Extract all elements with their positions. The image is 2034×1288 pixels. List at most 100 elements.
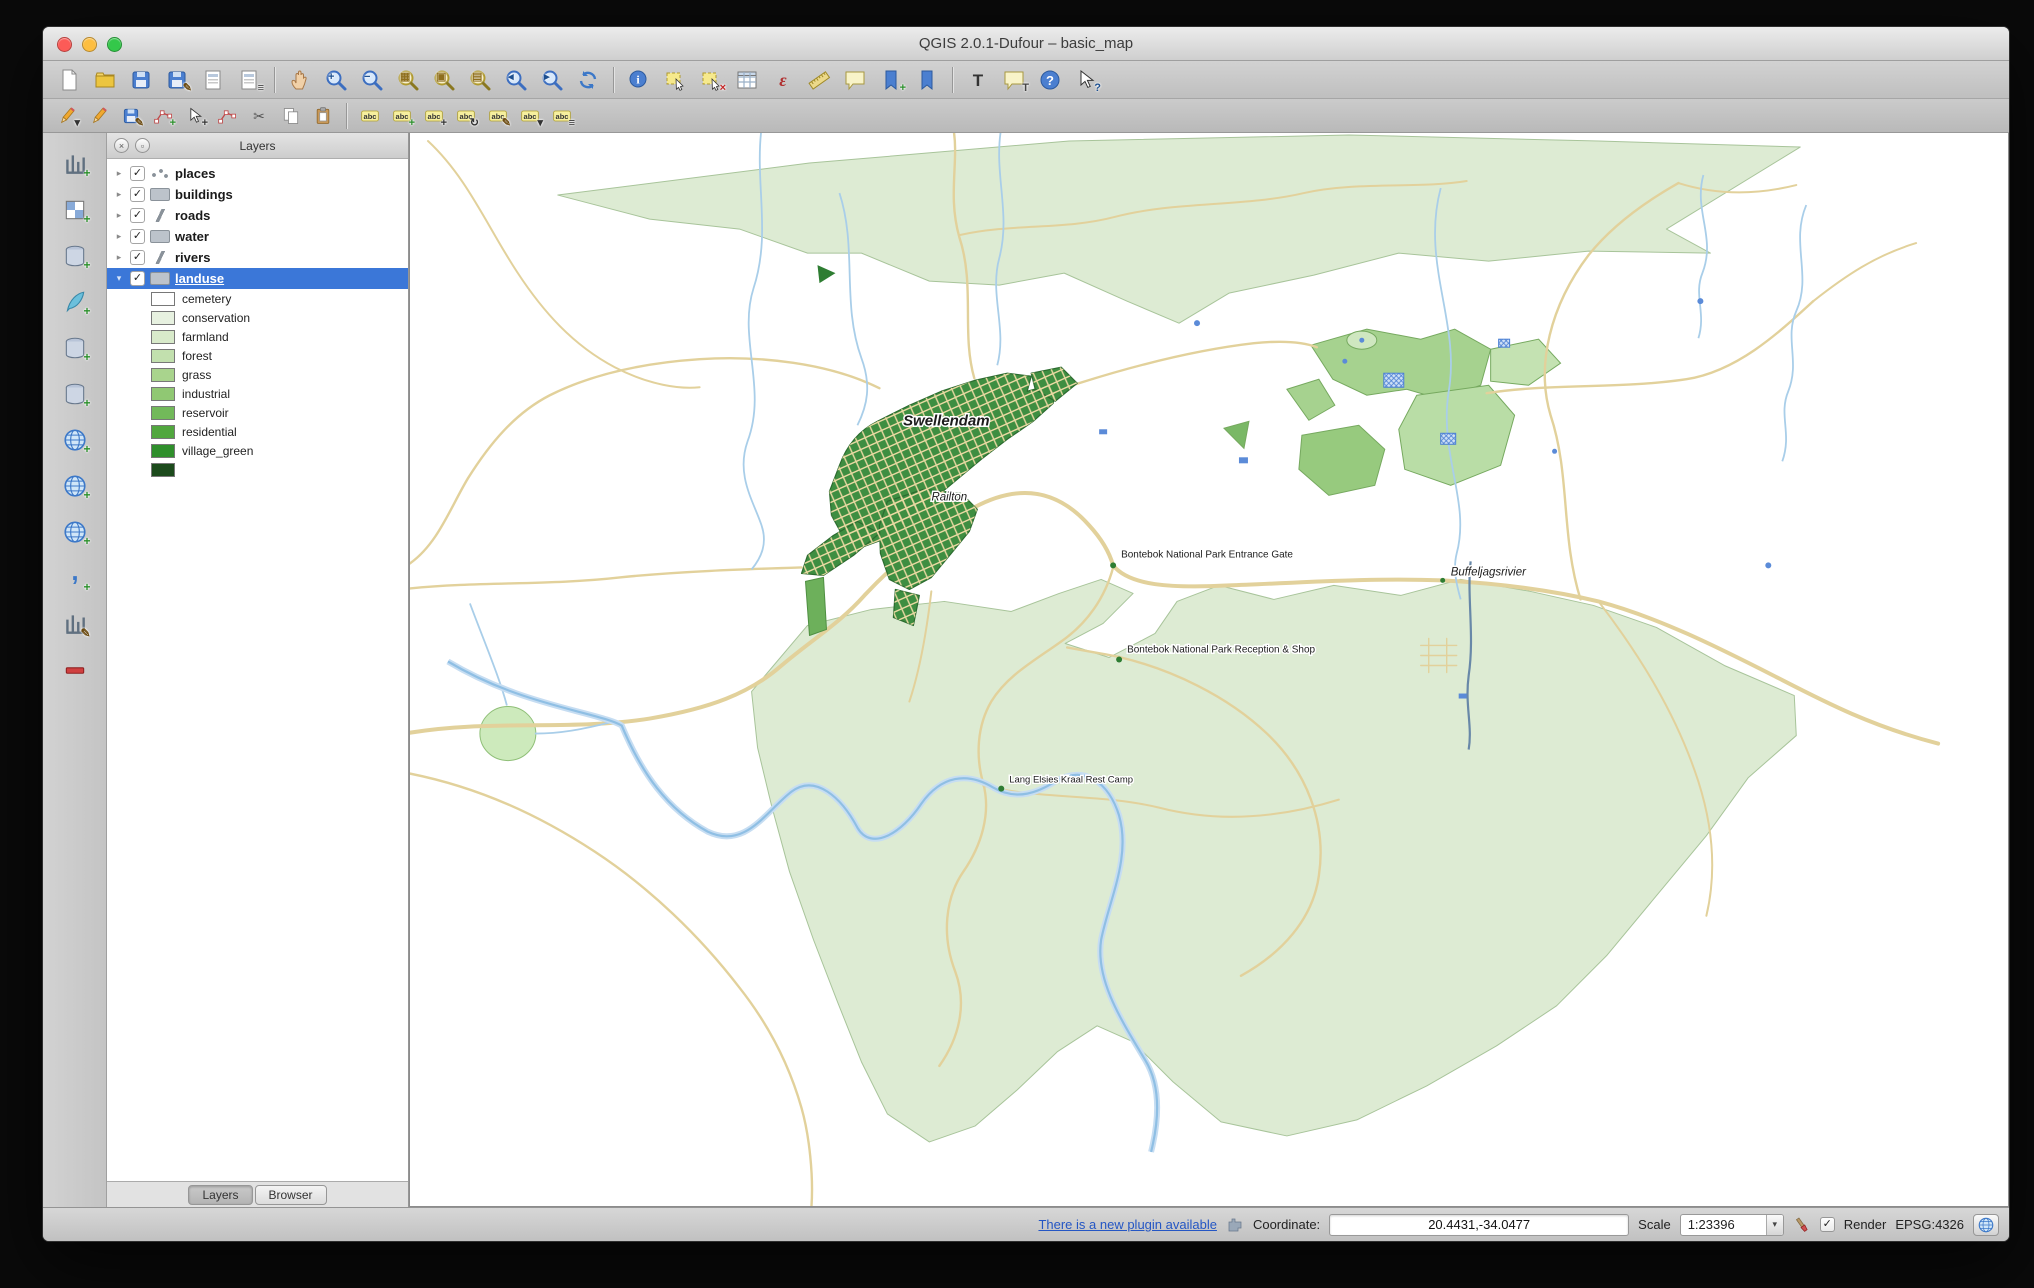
landuse-class-residential[interactable]: residential	[107, 422, 408, 441]
paste-features-button[interactable]	[307, 102, 339, 130]
move-feature-button[interactable]: +	[179, 102, 211, 130]
landuse-class-industrial[interactable]: industrial	[107, 384, 408, 403]
new-shapefile-layer-button[interactable]: ✎	[55, 607, 95, 641]
expander-icon[interactable]: ▸	[113, 189, 125, 200]
close-button[interactable]	[57, 37, 72, 52]
visibility-checkbox[interactable]: ✓	[130, 229, 145, 244]
identify-features-button[interactable]	[621, 65, 657, 95]
labeling-options-button[interactable]	[354, 102, 386, 130]
add-raster-layer-button[interactable]: +	[55, 193, 95, 227]
new-project-button[interactable]	[51, 65, 87, 95]
new-print-composer-button[interactable]	[195, 65, 231, 95]
label-rotate-button[interactable]: ↻	[450, 102, 482, 130]
map-tips-button[interactable]	[837, 65, 873, 95]
expander-icon[interactable]: ▾	[113, 273, 125, 284]
whats-this-button[interactable]: ?	[1068, 65, 1104, 95]
cut-features-button[interactable]	[243, 102, 275, 130]
minimize-button[interactable]	[82, 37, 97, 52]
help-contents-button[interactable]	[1032, 65, 1068, 95]
add-mssql-layer-button[interactable]: +	[55, 331, 95, 365]
landuse-class-cemetery[interactable]: cemetery	[107, 289, 408, 308]
open-attribute-table-button[interactable]	[729, 65, 765, 95]
landuse-class-grass[interactable]: grass	[107, 365, 408, 384]
titlebar[interactable]: QGIS 2.0.1-Dufour – basic_map	[43, 27, 2009, 61]
tab-layers[interactable]: Layers	[188, 1185, 252, 1205]
node-tool-button[interactable]	[211, 102, 243, 130]
visibility-checkbox[interactable]: ✓	[130, 166, 145, 181]
close-panel-button[interactable]: ×	[114, 138, 129, 153]
new-bookmark-button[interactable]: +	[873, 65, 909, 95]
map-canvas[interactable]: Swellendam Railton Bontebok National Par…	[410, 133, 2008, 1206]
layer-item-water[interactable]: ▸ ✓ water	[107, 226, 408, 247]
add-wfs-layer-button[interactable]: +	[55, 515, 95, 549]
landuse-class-reservoir[interactable]: reservoir	[107, 403, 408, 422]
add-vector-layer-button[interactable]: +	[55, 147, 95, 181]
current-edits-button[interactable]: ▾	[51, 102, 83, 130]
open-project-button[interactable]	[87, 65, 123, 95]
plugin-available-link[interactable]: There is a new plugin available	[1038, 1217, 1217, 1232]
zoom-last-button[interactable]: ◂	[498, 65, 534, 95]
save-project-as-button[interactable]: ✎	[159, 65, 195, 95]
zoom-next-button[interactable]: ▸	[534, 65, 570, 95]
visibility-checkbox[interactable]: ✓	[130, 208, 145, 223]
save-project-button[interactable]	[123, 65, 159, 95]
label-properties-button[interactable]: ≡	[546, 102, 578, 130]
copy-features-button[interactable]	[275, 102, 307, 130]
refresh-map-button[interactable]	[570, 65, 606, 95]
composer-manager-button[interactable]: ≡	[231, 65, 267, 95]
render-checkbox[interactable]: ✓	[1820, 1217, 1835, 1232]
coordinate-input[interactable]	[1329, 1214, 1629, 1236]
layer-item-places[interactable]: ▸ ✓ places	[107, 163, 408, 184]
maximize-button[interactable]	[107, 37, 122, 52]
layer-item-roads[interactable]: ▸ ✓ roads	[107, 205, 408, 226]
landuse-class-forest[interactable]: forest	[107, 346, 408, 365]
label-add-button[interactable]: +	[386, 102, 418, 130]
add-oracle-layer-button[interactable]: +	[55, 377, 95, 411]
scale-combo[interactable]: 1:23396 ▾	[1680, 1214, 1784, 1236]
measure-line-button[interactable]	[801, 65, 837, 95]
landuse-class-unlabeled[interactable]	[107, 460, 408, 479]
landuse-class-village-green[interactable]: village_green	[107, 441, 408, 460]
render-paint-icon[interactable]	[1793, 1216, 1811, 1234]
landuse-class-conservation[interactable]: conservation	[107, 308, 408, 327]
zoom-in-button[interactable]: +	[318, 65, 354, 95]
text-annotation-button[interactable]	[960, 65, 996, 95]
expander-icon[interactable]: ▸	[113, 210, 125, 221]
field-calculator-button[interactable]	[765, 65, 801, 95]
add-wcs-layer-button[interactable]: +	[55, 469, 95, 503]
layer-item-rivers[interactable]: ▸ ✓ rivers	[107, 247, 408, 268]
float-panel-button[interactable]: ▫	[135, 138, 150, 153]
label-pin-button[interactable]: ▾	[514, 102, 546, 130]
select-features-button[interactable]	[657, 65, 693, 95]
toggle-editing-button[interactable]	[83, 102, 115, 130]
zoom-full-button[interactable]: ▦	[390, 65, 426, 95]
expander-icon[interactable]: ▸	[113, 168, 125, 179]
visibility-checkbox[interactable]: ✓	[130, 187, 145, 202]
pan-map-button[interactable]	[282, 65, 318, 95]
save-layer-edits-button[interactable]: ✎	[115, 102, 147, 130]
remove-layer-button[interactable]	[55, 653, 95, 687]
annotation-button[interactable]: T	[996, 65, 1032, 95]
add-postgis-layer-button[interactable]: +	[55, 239, 95, 273]
visibility-checkbox[interactable]: ✓	[130, 250, 145, 265]
show-bookmarks-button[interactable]	[909, 65, 945, 95]
plugin-icon[interactable]	[1226, 1216, 1244, 1234]
layer-item-buildings[interactable]: ▸ ✓ buildings	[107, 184, 408, 205]
zoom-out-button[interactable]: −	[354, 65, 390, 95]
tab-browser[interactable]: Browser	[255, 1185, 327, 1205]
deselect-features-button[interactable]: ×	[693, 65, 729, 95]
add-spatialite-layer-button[interactable]: +	[55, 285, 95, 319]
add-wms-layer-button[interactable]: +	[55, 423, 95, 457]
layer-item-landuse[interactable]: ▾ ✓ landuse	[107, 268, 408, 289]
add-delimited-text-layer-button[interactable]: +	[55, 561, 95, 595]
label-edit-button[interactable]: ✎	[482, 102, 514, 130]
expander-icon[interactable]: ▸	[113, 231, 125, 242]
label-move-button[interactable]: +	[418, 102, 450, 130]
crs-status-button[interactable]	[1973, 1214, 1999, 1236]
landuse-class-farmland[interactable]: farmland	[107, 327, 408, 346]
visibility-checkbox[interactable]: ✓	[130, 271, 145, 286]
add-feature-button[interactable]: +	[147, 102, 179, 130]
expander-icon[interactable]: ▸	[113, 252, 125, 263]
zoom-to-selection-button[interactable]: ▣	[426, 65, 462, 95]
zoom-to-layer-button[interactable]: ▤	[462, 65, 498, 95]
